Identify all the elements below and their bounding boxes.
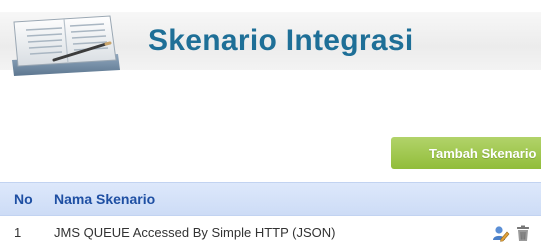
row-number: 1 [14,225,22,240]
scenario-table: No Nama Skenario 1 JMS QUEUE Accessed By… [0,182,541,249]
column-header-name[interactable]: Nama Skenario [54,191,155,207]
row-actions [492,224,532,242]
add-scenario-button[interactable]: Tambah Skenario [391,137,541,169]
document-pencil-icon [12,15,120,76]
table-header: No Nama Skenario [0,182,541,216]
column-header-no[interactable]: No [14,191,33,207]
trash-icon[interactable] [514,224,532,242]
edit-user-icon[interactable] [492,224,510,242]
scenario-name: JMS QUEUE Accessed By Simple HTTP (JSON) [54,225,336,240]
page-title: Skenario Integrasi [148,24,414,57]
table-row: 1 JMS QUEUE Accessed By Simple HTTP (JSO… [0,216,541,249]
